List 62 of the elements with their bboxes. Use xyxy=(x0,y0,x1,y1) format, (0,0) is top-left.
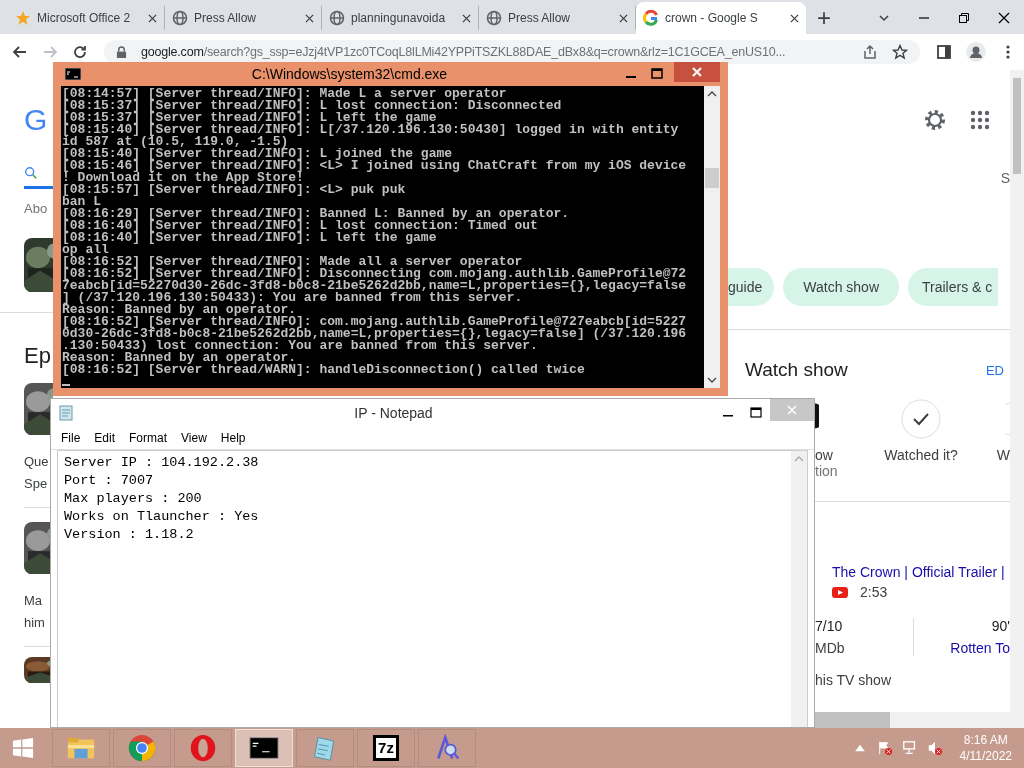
console-line: ! Download it on the App Store! xyxy=(62,172,304,184)
browser-tab[interactable]: planningunavoida xyxy=(322,6,479,30)
console-line: [08:16:40] [Server thread/INFO]: L left the game xyxy=(62,232,438,244)
chip[interactable]: guide xyxy=(728,268,775,306)
video-duration: 2:53 xyxy=(860,584,888,600)
url-text: google.com/search?gs_ssp=eJzj4tVP1zc0TCoqL8lLMi42YPPiTSZKL88DAE_dBx8&q=crown&rlz=1C1GCEA_enUS10... xyxy=(141,45,787,59)
chip[interactable]: Watch show xyxy=(783,268,899,306)
logo: G xyxy=(24,106,48,134)
window-title: IP - Notepad xyxy=(353,405,434,421)
section-heading: Ep xyxy=(24,343,52,369)
video-link[interactable]: The Crown | Official Trailer | xyxy=(832,564,1010,580)
console-line: [08:15:40] [Server thread/INFO]: L[/37.120.196.130:50430] logged in with entity xyxy=(62,124,680,136)
console-line: [08:16:52] [Server thread/INFO]: Made all a server operator xyxy=(62,256,523,268)
browser-tab[interactable]: crown - Google S xyxy=(636,2,806,34)
menu-item[interactable]: Help xyxy=(220,431,246,445)
window-title: C:\Windows\system32\cmd.exe xyxy=(250,66,449,82)
console-line: [08:14:57] [Server thread/INFO]: Made L a server operator xyxy=(62,88,507,100)
console-line: id 587 at (10.5, 119.0, -1.5) xyxy=(62,136,289,148)
rating-source[interactable]: MDb xyxy=(815,640,913,656)
new-tab-button[interactable]: + xyxy=(806,2,842,34)
rating-score: 7/10 xyxy=(815,618,844,634)
console-line: [08:16:52] [Server thread/WARN]: handleDisconnection() called twice xyxy=(62,364,586,376)
rating-score: 90' xyxy=(991,618,1010,634)
console-line: [08:16:29] [Server thread/INFO]: Banned L: Banned by an operator. xyxy=(62,208,571,220)
console-line: [08:16:52] [Server thread/INFO]: com.mojang.authlib.GameProfile@727eabcb[id=5227 xyxy=(62,316,688,328)
taskbar-app[interactable]: 7z xyxy=(357,729,415,767)
console-line: ] (/37.120.196.130:50433): You are banned from this server. xyxy=(62,292,523,304)
address-bar[interactable]: google.com/search?gs_ssp=eJzj4tVP1zc0TCoqL8lLMi42YPPiTSZKL88DAE_dBx8&q=crown&rlz=1C1GCEA_enUS10... xyxy=(104,40,920,64)
menu-item[interactable]: Edit xyxy=(94,431,116,445)
console-line: [08:16:40] [Server thread/INFO]: L lost connection: Timed out xyxy=(62,220,538,232)
body-text: his TV show xyxy=(815,672,891,688)
episode-title[interactable]: Ma him xyxy=(24,590,53,634)
result-stats: Abo xyxy=(24,201,49,216)
console-line: 7eabcb[id=52270d30-26dc-3fd8-b0c8-21be5262d2bb,name=L,properties={},legacy=false xyxy=(62,280,688,292)
action-label[interactable]: ow xyxy=(815,447,865,463)
rating-source[interactable]: Rotten To xyxy=(950,640,1010,656)
app-logo: 7z xyxy=(373,735,399,761)
action-label[interactable]: Watched it? xyxy=(884,447,958,463)
action-label[interactable]: W xyxy=(996,447,1010,463)
console-line: Reason: Banned by an operator. xyxy=(62,352,297,364)
console-line: 0d30-26dc-3fd8-b0c8-21be5262d2bb,name=L,properties={},legacy=false] (/37.120.196 xyxy=(62,328,688,340)
chip[interactable]: Trailers & c xyxy=(908,268,999,306)
browser-tab[interactable]: Microsoft Office 2 xyxy=(8,6,165,30)
console-line: Reason: Banned by an operator. xyxy=(62,304,297,316)
action-sublabel: tion xyxy=(815,463,839,479)
menu-item[interactable]: View xyxy=(181,431,207,445)
console-line: [08:15:40] [Server thread/INFO]: L joined the game xyxy=(62,148,453,160)
console-line: [08:15:37] [Server thread/INFO]: L lost connection: Disconnected xyxy=(62,100,563,112)
console-line: [08:15:57] [Server thread/INFO]: <L> puk puk xyxy=(62,184,407,196)
console-line: op all xyxy=(62,244,109,256)
section-heading: Watch show xyxy=(745,359,848,381)
tab-label[interactable]: S xyxy=(1000,170,1010,186)
console-line: [08:15:46] [Server thread/INFO]: <L> I joined using ChatCraft from my iOS device xyxy=(62,160,688,172)
menu-item[interactable]: File xyxy=(61,431,81,445)
console-line: [08:15:37] [Server thread/INFO]: L left the game xyxy=(62,112,437,124)
browser-tab[interactable]: Press Allow xyxy=(165,6,322,30)
console-line: .130:50433) lost connection: You are banned from this server. xyxy=(62,340,538,352)
episode-title[interactable]: Que Spe xyxy=(24,451,53,495)
edit-link[interactable]: ED xyxy=(985,362,1004,378)
console-line: [08:16:52] [Server thread/INFO]: Disconnecting com.mojang.authlib.GameProfile@72 xyxy=(62,268,688,280)
console-line: ban L xyxy=(62,196,101,208)
menu-item[interactable]: Format xyxy=(129,431,168,445)
